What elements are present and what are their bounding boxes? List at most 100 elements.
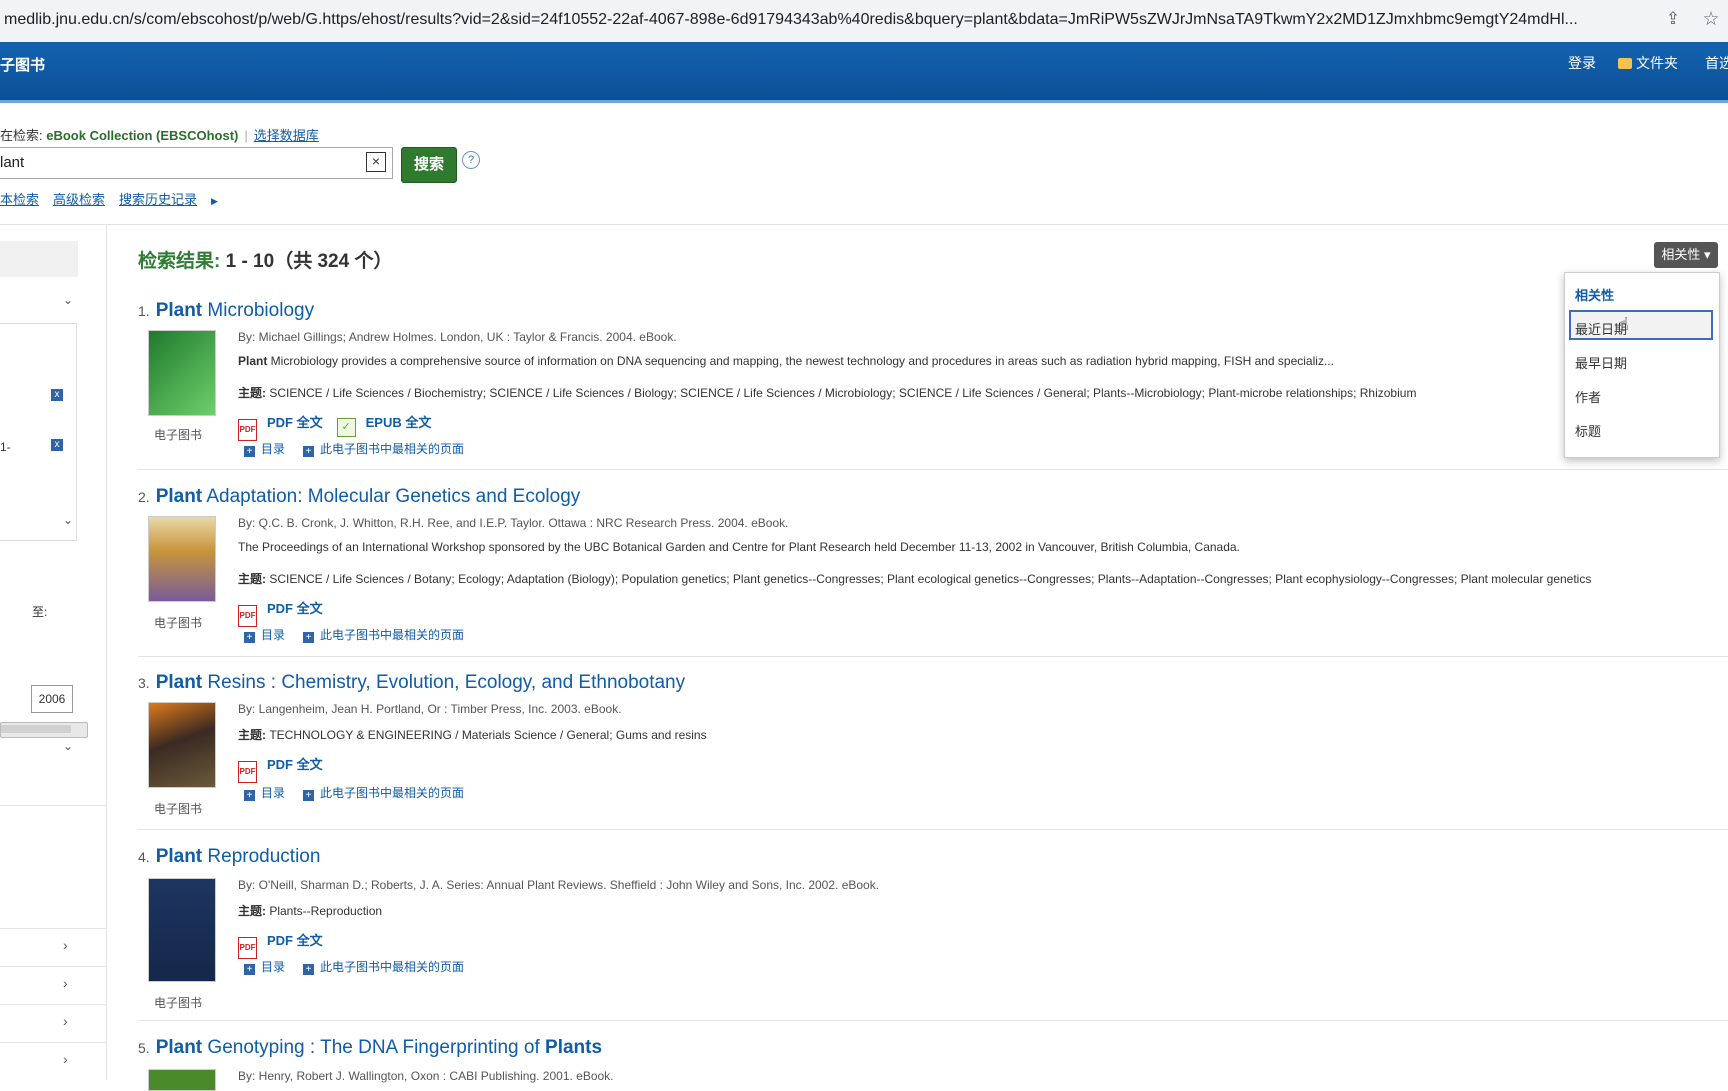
search-options: 本检索 高级检索 搜索历史记录 ▶: [0, 189, 218, 208]
folder-link[interactable]: 文件夹: [1618, 53, 1678, 73]
toc-links: + 目录 + 此电子图书中最相关的页面: [244, 440, 464, 457]
preferences-link[interactable]: 首选: [1705, 53, 1728, 73]
database-name: eBook Collection (EBSCOhost): [46, 128, 239, 143]
remove-filter-icon[interactable]: x: [51, 439, 63, 451]
results-header: 检索结果: 1 - 10（共 324 个）: [138, 246, 392, 273]
result-subjects: 主题: SCIENCE / Life Sciences / Biochemist…: [238, 386, 1417, 400]
sort-option-title[interactable]: 标题: [1575, 421, 1601, 440]
searching-label: 在检索:: [0, 128, 47, 143]
bookmark-star-icon[interactable]: ☆: [1700, 8, 1722, 30]
full-text-links: PDF PDF 全文 ✓ EPUB 全文: [238, 412, 431, 441]
sidebar-header: [0, 241, 78, 277]
brand-title: 子图书: [0, 57, 46, 74]
full-text-links: PDF PDF 全文: [238, 930, 323, 959]
relevant-pages-link[interactable]: 此电子图书中最相关的页面: [320, 628, 464, 642]
full-text-links: PDF PDF 全文: [238, 598, 323, 627]
header-bar: 子图书 登录 文件夹 首选: [0, 42, 1728, 103]
chevron-right-icon[interactable]: ›: [63, 937, 68, 953]
choose-database-link[interactable]: 选择数据库: [254, 128, 319, 143]
result-title[interactable]: 3. Plant Resins : Chemistry, Evolution, E…: [138, 672, 685, 694]
search-history-link[interactable]: 搜索历史记录: [119, 192, 197, 207]
result-abstract: The Proceedings of an International Work…: [238, 540, 1240, 554]
plus-icon: +: [303, 964, 315, 975]
search-button[interactable]: 搜索: [401, 147, 457, 183]
result-title[interactable]: 4. Plant Reproduction: [138, 846, 320, 868]
toc-link[interactable]: 目录: [261, 960, 285, 974]
advanced-search-link[interactable]: 高级检索: [53, 192, 105, 207]
folder-icon: [1618, 58, 1632, 69]
search-box: [0, 147, 393, 179]
book-cover[interactable]: [148, 878, 216, 982]
result-authors: By: Michael Gillings; Andrew Holmes. Lon…: [238, 330, 677, 344]
book-cover[interactable]: [148, 516, 216, 602]
current-filters-box: [0, 323, 77, 541]
url-text[interactable]: medlib.jnu.edu.cn/s/com/ebscohost/p/web/…: [4, 11, 1644, 29]
toc-links: + 目录 + 此电子图书中最相关的页面: [244, 958, 464, 975]
sort-dropdown-menu: 相关性 最近日期 最早日期 作者 标题: [1564, 272, 1720, 458]
book-cover[interactable]: [148, 702, 216, 788]
result-authors: By: Q.C. B. Cronk, J. Whitton, R.H. Ree,…: [238, 516, 789, 530]
toc-links: + 目录 + 此电子图书中最相关的页面: [244, 784, 464, 801]
pdf-full-text-link[interactable]: PDF 全文: [267, 415, 323, 430]
folder-label: 文件夹: [1636, 55, 1678, 71]
pdf-icon: PDF: [238, 761, 257, 783]
result-abstract: Plant Microbiology provides a comprehens…: [238, 354, 1334, 368]
toc-link[interactable]: 目录: [261, 786, 285, 800]
pdf-full-text-link[interactable]: PDF 全文: [267, 601, 323, 616]
chevron-down-icon[interactable]: ⌄: [63, 513, 73, 527]
result-title[interactable]: 1. Plant Microbiology: [138, 300, 314, 322]
relevant-pages-link[interactable]: 此电子图书中最相关的页面: [320, 960, 464, 974]
chevron-down-icon[interactable]: ⌄: [63, 739, 73, 753]
clear-icon[interactable]: ×: [366, 152, 386, 172]
pdf-icon: PDF: [238, 419, 257, 441]
browser-address-bar: medlib.jnu.edu.cn/s/com/ebscohost/p/web/…: [0, 0, 1728, 43]
login-link[interactable]: 登录: [1568, 53, 1596, 73]
epub-full-text-link[interactable]: EPUB 全文: [366, 415, 432, 430]
result-authors: By: O'Neill, Sharman D.; Roberts, J. A. …: [238, 878, 880, 892]
plus-icon: +: [244, 446, 255, 457]
pdf-full-text-link[interactable]: PDF 全文: [267, 933, 323, 948]
sort-option-oldest[interactable]: 最早日期: [1575, 353, 1627, 372]
toc-link[interactable]: 目录: [261, 628, 285, 642]
epub-icon: ✓: [336, 418, 356, 437]
plus-icon: +: [303, 790, 315, 801]
remove-filter-icon[interactable]: x: [51, 389, 63, 401]
plus-icon: +: [303, 446, 315, 457]
ebook-label: 电子图书: [154, 996, 203, 1010]
to-label: 至:: [32, 605, 48, 619]
results-label: 检索结果:: [138, 251, 221, 272]
share-icon[interactable]: ⇪: [1662, 9, 1684, 31]
book-cover[interactable]: [148, 330, 216, 416]
sort-button[interactable]: 相关性 ▾: [1654, 242, 1718, 268]
result-title[interactable]: 2. Plant Adaptation: Molecular Genetics a…: [138, 486, 580, 508]
plus-icon: +: [303, 632, 315, 643]
results-range: 1 - 10（共 324 个）: [220, 251, 393, 272]
relevant-pages-link[interactable]: 此电子图书中最相关的页面: [320, 442, 464, 456]
chevron-down-icon[interactable]: ⌄: [63, 293, 73, 307]
divider: [0, 224, 1728, 225]
sort-option-author[interactable]: 作者: [1575, 387, 1601, 406]
refine-sidebar: ⌄ x 1- x ⌄ 至: 2006 ⌄ › › › ›: [0, 225, 107, 1080]
year-to-input[interactable]: 2006: [31, 685, 73, 713]
hand-cursor-icon: ☝: [1618, 314, 1629, 334]
result-subjects: 主题: SCIENCE / Life Sciences / Botany; Ec…: [238, 572, 1592, 586]
search-input[interactable]: [0, 148, 340, 176]
pdf-full-text-link[interactable]: PDF 全文: [267, 757, 323, 772]
date-slider[interactable]: [0, 722, 88, 738]
result-title[interactable]: 5. Plant Genotyping : The DNA Fingerprint…: [138, 1037, 602, 1059]
sort-option-relevance[interactable]: 相关性: [1575, 285, 1614, 304]
relevant-pages-link[interactable]: 此电子图书中最相关的页面: [320, 786, 464, 800]
plus-icon: +: [244, 632, 255, 643]
chevron-right-icon[interactable]: ›: [63, 975, 68, 991]
book-cover[interactable]: [148, 1069, 216, 1091]
chevron-right-icon[interactable]: ›: [63, 1013, 68, 1029]
ebook-label: 电子图书: [154, 616, 203, 630]
toc-link[interactable]: 目录: [261, 442, 285, 456]
filter-text: 1-: [0, 440, 11, 454]
chevron-right-icon[interactable]: ›: [63, 1051, 68, 1067]
help-icon[interactable]: ?: [462, 151, 480, 169]
basic-search-link[interactable]: 本检索: [0, 192, 39, 207]
result-subjects: 主题: Plants--Reproduction: [238, 904, 383, 918]
triangle-right-icon: ▶: [211, 196, 218, 206]
toc-links: + 目录 + 此电子图书中最相关的页面: [244, 626, 464, 643]
